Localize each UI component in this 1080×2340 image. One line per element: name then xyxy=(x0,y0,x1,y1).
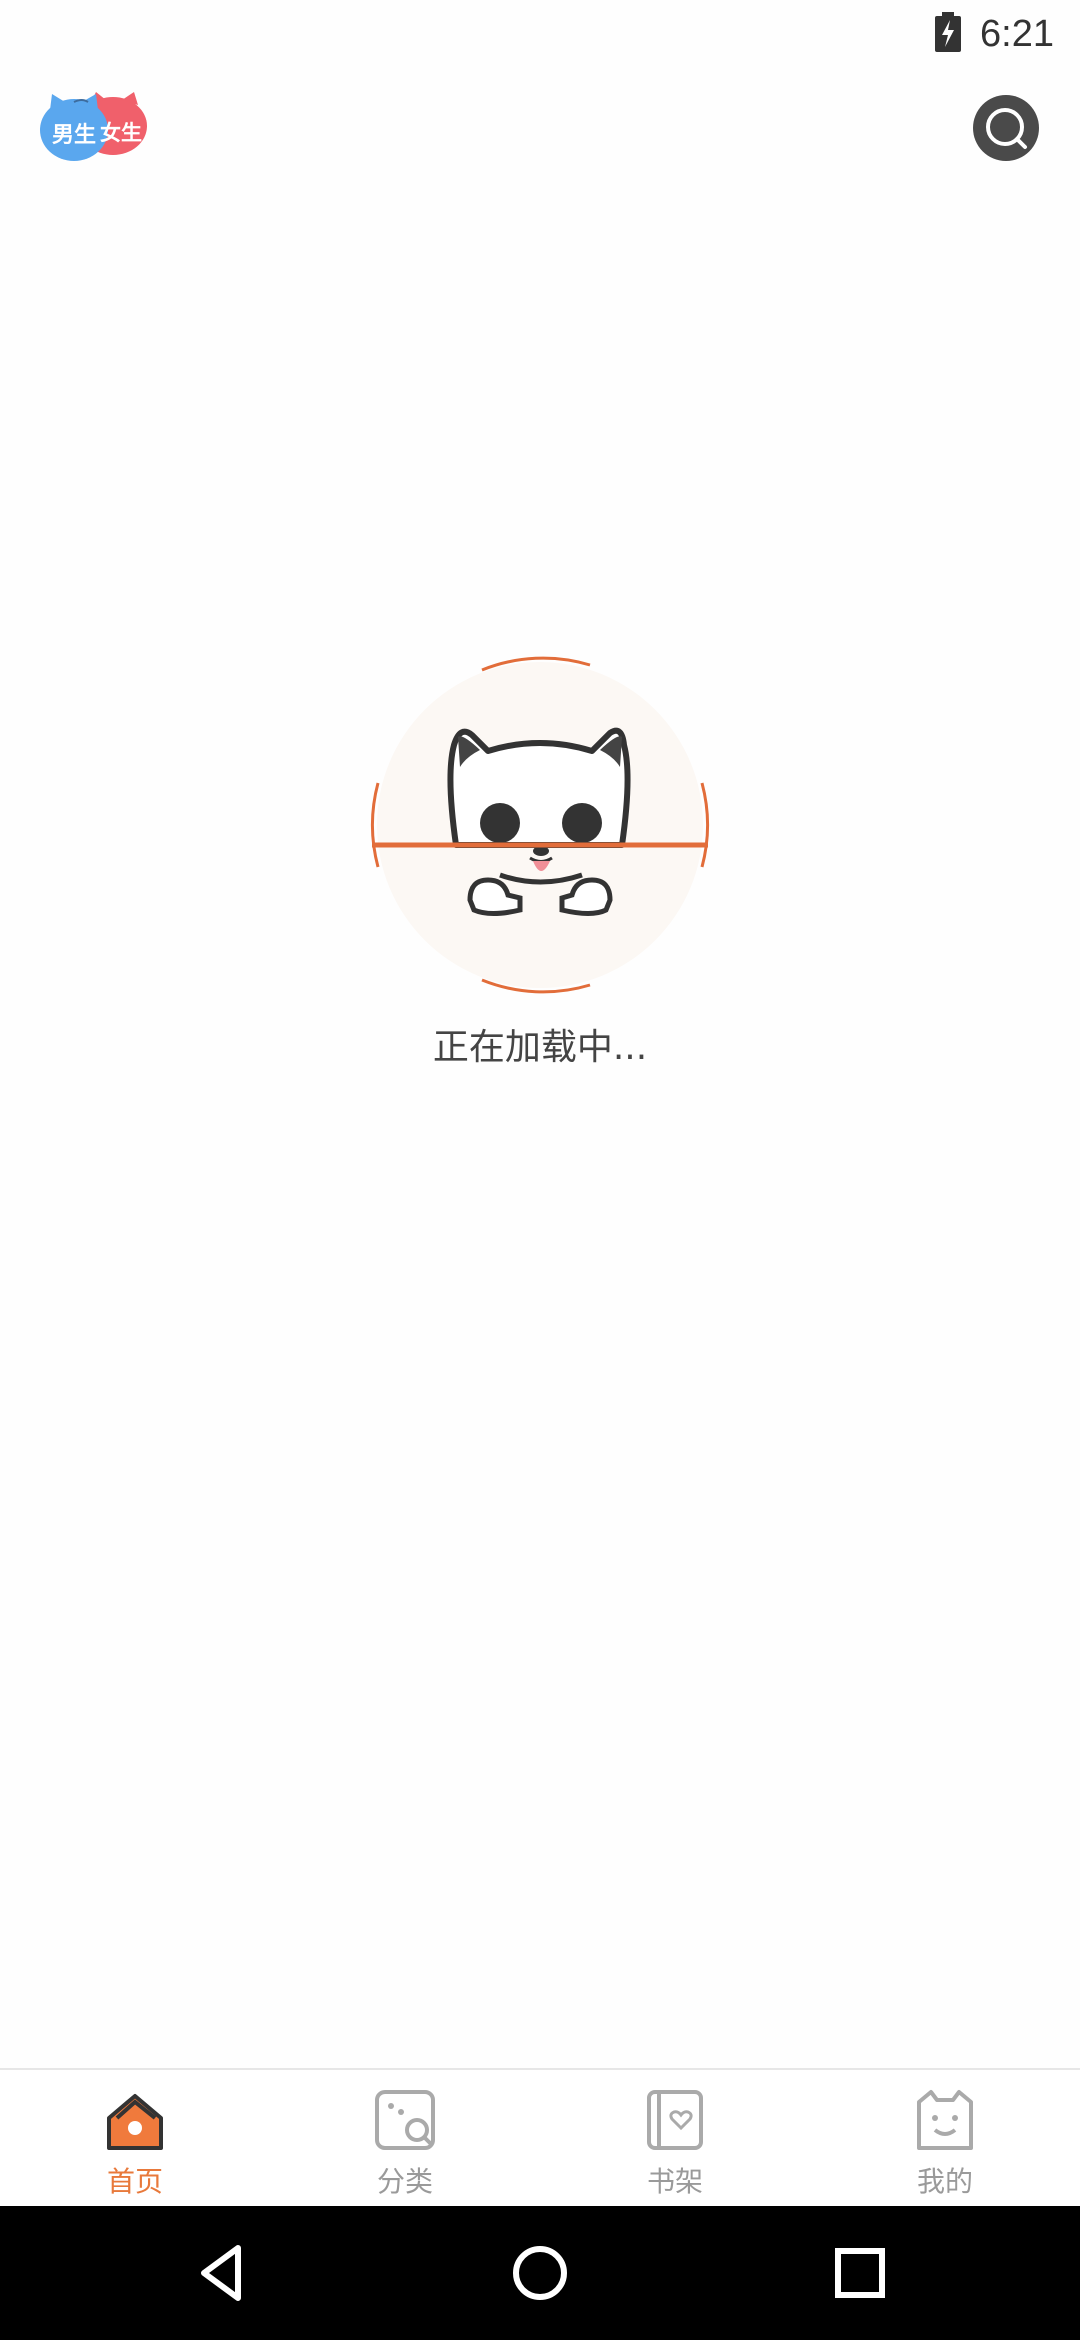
search-icon xyxy=(986,108,1027,149)
loading-cat-illustration xyxy=(370,656,710,994)
tab-bookshelf[interactable]: 书架 xyxy=(540,2070,810,2208)
tab-profile[interactable]: 我的 xyxy=(810,2070,1080,2208)
gender-male-label: 男生 xyxy=(52,123,97,148)
search-button[interactable] xyxy=(973,95,1039,161)
system-nav-bar xyxy=(0,2206,1080,2340)
tab-home[interactable]: 首页 xyxy=(0,2070,270,2208)
loading-text: 正在加载中... xyxy=(432,1027,648,1068)
home-circle-icon[interactable] xyxy=(503,2236,577,2310)
recents-icon[interactable] xyxy=(823,2236,897,2310)
status-bar: 6:21 xyxy=(0,0,1080,66)
bookshelf-icon xyxy=(647,2090,703,2150)
category-icon xyxy=(375,2090,435,2150)
profile-icon xyxy=(917,2090,973,2150)
status-time: 6:21 xyxy=(980,13,1054,55)
tab-profile-label: 我的 xyxy=(916,2165,973,2198)
gender-switch-button[interactable]: 男生 女生 xyxy=(38,88,150,162)
battery-charging-icon xyxy=(935,12,961,52)
home-icon xyxy=(107,2094,163,2150)
tab-bookshelf-label: 书架 xyxy=(646,2165,703,2198)
tab-category[interactable]: 分类 xyxy=(270,2070,540,2208)
gender-female-label: 女生 xyxy=(100,121,142,145)
tab-category-label: 分类 xyxy=(376,2165,433,2198)
back-icon[interactable] xyxy=(186,2236,260,2310)
bottom-tab-bar: 首页 分类 书架 我的 xyxy=(0,2068,1080,2206)
tab-home-label: 首页 xyxy=(106,2165,163,2198)
